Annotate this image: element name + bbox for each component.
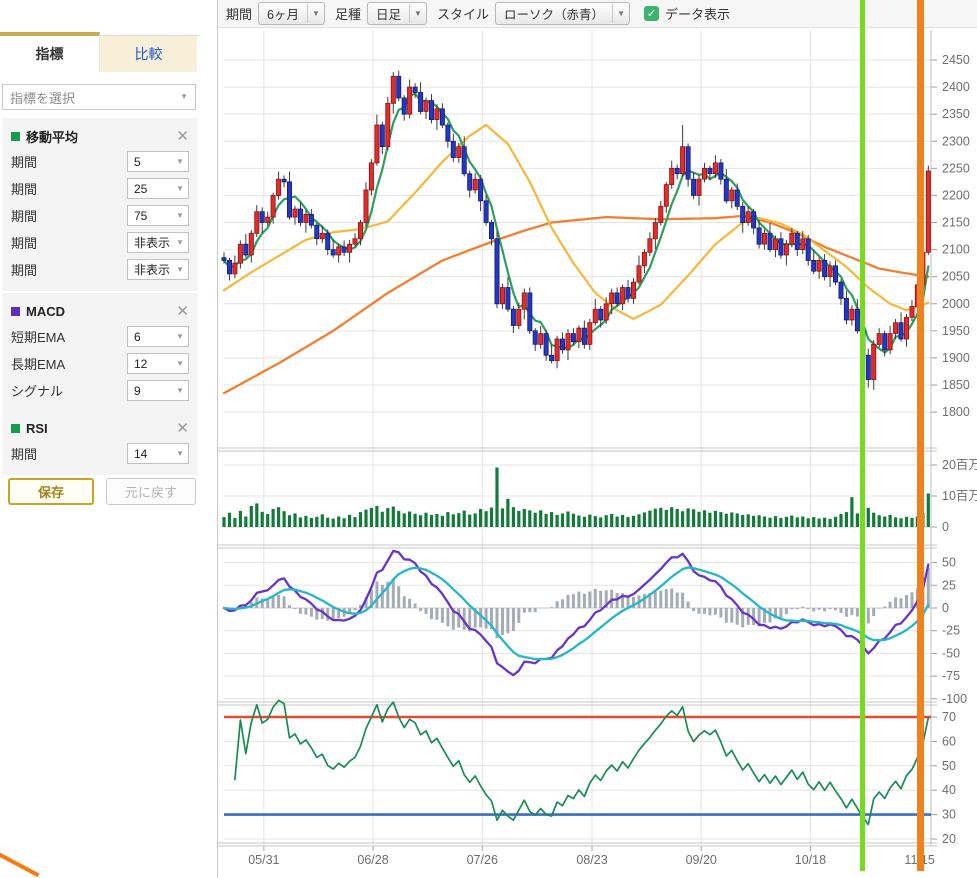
svg-text:20: 20 <box>942 832 956 846</box>
chevron-down-icon: ▼ <box>176 158 184 166</box>
svg-text:1850: 1850 <box>942 378 970 392</box>
svg-text:06/28: 06/28 <box>357 853 388 867</box>
macd-panel-title: MACD <box>26 304 65 319</box>
chevron-down-icon: ▼ <box>308 9 324 18</box>
svg-text:2350: 2350 <box>942 107 970 121</box>
close-icon[interactable]: ✕ <box>176 304 189 319</box>
svg-text:09/20: 09/20 <box>686 853 717 867</box>
moving-average-panel: 移動平均 ✕ 期間 5▼ 期間 25▼ 期間 75▼ 期間 非表示▼ 期間 非表… <box>2 118 198 291</box>
svg-text:40: 40 <box>942 783 956 797</box>
close-icon[interactable]: ✕ <box>176 129 189 144</box>
ma-period-5-select[interactable]: 非表示▼ <box>127 259 189 280</box>
chevron-down-icon: ▼ <box>176 266 184 274</box>
svg-text:05/31: 05/31 <box>248 853 279 867</box>
period-select[interactable]: 6ヶ月 ▼ <box>258 2 325 25</box>
svg-text:-100: -100 <box>942 692 967 706</box>
macd-short-ema-label: 短期EMA <box>11 327 65 346</box>
svg-text:-75: -75 <box>942 669 960 683</box>
chevron-down-icon: ▼ <box>176 360 184 368</box>
svg-text:2000: 2000 <box>942 297 970 311</box>
ma-panel-title: 移動平均 <box>26 127 78 146</box>
svg-text:1800: 1800 <box>942 405 970 419</box>
tab-indicators-label: 指標 <box>36 44 64 64</box>
macd-signal-label: シグナル <box>11 381 63 400</box>
svg-text:10百万: 10百万 <box>942 489 977 503</box>
macd-long-ema-select[interactable]: 12▼ <box>127 353 189 374</box>
save-button[interactable]: 保存 <box>8 478 94 505</box>
ma-period-5-label: 期間 <box>11 260 37 279</box>
svg-text:0: 0 <box>942 520 949 534</box>
macd-long-ema-label: 長期EMA <box>11 354 65 373</box>
style-select[interactable]: ローソク（赤青） ▼ <box>495 2 630 25</box>
ma-period-2-select[interactable]: 25▼ <box>127 178 189 199</box>
svg-text:20百万: 20百万 <box>942 458 977 472</box>
crosshair-orange-line <box>917 0 924 871</box>
svg-text:25: 25 <box>942 578 956 592</box>
svg-text:10/18: 10/18 <box>795 853 826 867</box>
svg-text:50: 50 <box>942 759 956 773</box>
ma-period-2-label: 期間 <box>11 179 37 198</box>
macd-signal-select[interactable]: 9▼ <box>127 380 189 401</box>
data-display-checkbox[interactable]: ✓ <box>644 6 659 21</box>
indicator-sidebar: 指標 比較 指標を選択 ▼ 移動平均 ✕ 期間 5▼ 期間 25▼ 期間 75▼… <box>0 0 217 878</box>
chevron-down-icon: ▼ <box>176 387 184 395</box>
ma-period-3-label: 期間 <box>11 206 37 225</box>
svg-text:50: 50 <box>942 556 956 570</box>
svg-text:2250: 2250 <box>942 161 970 175</box>
check-icon: ✓ <box>647 7 656 20</box>
chevron-down-icon: ▼ <box>176 450 184 458</box>
indicator-select[interactable]: 指標を選択 ▼ <box>2 84 196 110</box>
data-display-label: データ表示 <box>665 4 730 23</box>
chevron-down-icon: ▼ <box>176 239 184 247</box>
chevron-down-icon: ▼ <box>410 9 426 18</box>
svg-text:2200: 2200 <box>942 188 970 202</box>
rsi-period-select[interactable]: 14▼ <box>127 443 189 464</box>
period-label: 期間 <box>226 4 252 23</box>
svg-text:0: 0 <box>942 601 949 615</box>
svg-text:-50: -50 <box>942 646 960 660</box>
chevron-down-icon: ▼ <box>613 9 629 18</box>
svg-text:-25: -25 <box>942 624 960 638</box>
svg-text:60: 60 <box>942 734 956 748</box>
rsi-panel: RSI ✕ 期間 14▼ <box>2 410 198 475</box>
rsi-panel-title: RSI <box>26 421 48 436</box>
ma-period-3-select[interactable]: 75▼ <box>127 205 189 226</box>
svg-text:07/26: 07/26 <box>467 853 498 867</box>
tab-compare[interactable]: 比較 <box>100 36 197 72</box>
rsi-period-label: 期間 <box>11 444 37 463</box>
chevron-down-icon: ▼ <box>176 333 184 341</box>
svg-text:2100: 2100 <box>942 243 970 257</box>
rsi-color-swatch <box>11 424 20 433</box>
chevron-down-icon: ▼ <box>176 185 184 193</box>
chevron-down-icon: ▼ <box>176 212 184 220</box>
ma-period-1-label: 期間 <box>11 152 37 171</box>
chevron-down-icon: ▼ <box>180 93 188 101</box>
ma-period-4-label: 期間 <box>11 233 37 252</box>
ma-period-1-select[interactable]: 5▼ <box>127 151 189 172</box>
bar-type-label: 足種 <box>335 4 361 23</box>
macd-short-ema-select[interactable]: 6▼ <box>127 326 189 347</box>
svg-text:70: 70 <box>942 710 956 724</box>
svg-text:08/23: 08/23 <box>576 853 607 867</box>
svg-text:1950: 1950 <box>942 324 970 338</box>
bar-type-select[interactable]: 日足 ▼ <box>367 2 427 25</box>
svg-text:2300: 2300 <box>942 134 970 148</box>
crosshair-green-line <box>860 0 865 871</box>
svg-text:2150: 2150 <box>942 216 970 230</box>
close-icon[interactable]: ✕ <box>176 421 189 436</box>
ma-color-swatch <box>11 132 20 141</box>
svg-text:2400: 2400 <box>942 80 970 94</box>
reset-button[interactable]: 元に戻す <box>106 478 196 505</box>
tab-compare-label: 比較 <box>135 44 163 64</box>
style-label: スタイル <box>437 4 489 23</box>
tab-indicators[interactable]: 指標 <box>0 32 100 72</box>
svg-text:2050: 2050 <box>942 270 970 284</box>
svg-text:1900: 1900 <box>942 351 970 365</box>
svg-text:2450: 2450 <box>942 53 970 67</box>
ma-period-4-select[interactable]: 非表示▼ <box>127 232 189 253</box>
indicator-select-placeholder: 指標を選択 <box>10 88 75 107</box>
macd-color-swatch <box>11 307 20 316</box>
svg-text:30: 30 <box>942 808 956 822</box>
macd-panel: MACD ✕ 短期EMA 6▼ 長期EMA 12▼ シグナル 9▼ <box>2 293 198 412</box>
